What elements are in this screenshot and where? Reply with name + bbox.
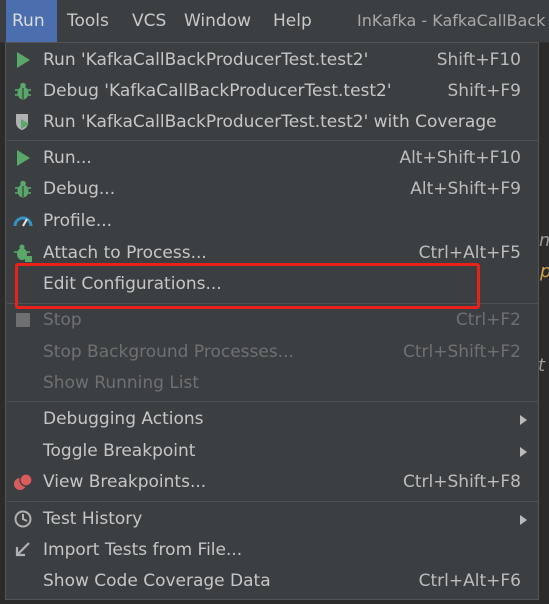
debug-icon [13, 179, 33, 199]
menu-separator [7, 140, 539, 141]
menu-item-test-history[interactable]: Test History [6, 504, 538, 535]
submenu-arrow-icon [520, 415, 527, 425]
editor-text-fragment: p [540, 261, 549, 282]
run-menu-popup: Run 'KafkaCallBackProducerTest.test2' Sh… [5, 42, 539, 600]
menu-item-label: Debugging Actions [43, 409, 204, 429]
menu-separator [7, 401, 539, 402]
history-icon [13, 509, 33, 529]
menu-tools[interactable]: Tools [61, 0, 115, 42]
menu-item-debug-test[interactable]: Debug 'KafkaCallBackProducerTest.test2' … [6, 76, 538, 107]
menu-item-label: Stop [43, 310, 82, 330]
menu-item-debugging-actions[interactable]: Debugging Actions [6, 404, 538, 435]
menu-item-show-code-coverage[interactable]: Show Code Coverage Data Ctrl+Alt+F6 [6, 566, 538, 597]
run-icon [13, 148, 33, 168]
menu-item-import-tests[interactable]: Import Tests from File... [6, 535, 538, 566]
menu-item-label: Run 'KafkaCallBackProducerTest.test2' [43, 50, 369, 70]
stop-icon [13, 310, 33, 330]
menu-item-label: Show Code Coverage Data [43, 571, 271, 591]
window-title: InKafka - KafkaCallBack [357, 11, 546, 30]
editor-text-fragment: t [538, 355, 546, 376]
menu-item-label: Profile... [43, 211, 113, 231]
menu-item-show-running-list[interactable]: Show Running List [6, 368, 538, 399]
menu-item-view-breakpoints[interactable]: View Breakpoints... Ctrl+Shift+F8 [6, 467, 538, 498]
menu-item-run-test[interactable]: Run 'KafkaCallBackProducerTest.test2' Sh… [6, 45, 538, 76]
menu-help[interactable]: Help [267, 0, 318, 42]
debug-icon [13, 81, 33, 101]
menu-item-run-with-coverage[interactable]: Run 'KafkaCallBackProducerTest.test2' wi… [6, 107, 538, 138]
editor-text-fragment: m [539, 230, 549, 251]
menu-item-toggle-breakpoint[interactable]: Toggle Breakpoint [6, 436, 538, 467]
attach-icon [13, 243, 33, 263]
menu-item-shortcut: Shift+F10 [436, 50, 521, 70]
profile-icon [13, 211, 33, 231]
menu-item-shortcut: Shift+F9 [447, 81, 521, 101]
menu-item-shortcut: Alt+Shift+F10 [399, 148, 521, 168]
menu-item-debug[interactable]: Debug... Alt+Shift+F9 [6, 174, 538, 205]
menu-item-label: Toggle Breakpoint [43, 441, 196, 461]
menu-item-shortcut: Ctrl+Alt+F6 [418, 571, 521, 591]
menu-item-run[interactable]: Run... Alt+Shift+F10 [6, 143, 538, 174]
menu-bar: Run Tools VCS Window Help InKafka - Kafk… [0, 0, 549, 43]
menu-item-label: Test History [43, 509, 143, 529]
menu-item-label: Debug... [43, 179, 116, 199]
menu-vcs[interactable]: VCS [126, 0, 172, 42]
submenu-arrow-icon [520, 515, 527, 525]
menu-run[interactable]: Run [6, 0, 57, 42]
run-icon [13, 50, 33, 70]
menu-item-label: View Breakpoints... [43, 472, 207, 492]
menu-item-profile[interactable]: Profile... [6, 206, 538, 237]
menu-item-stop[interactable]: Stop Ctrl+F2 [6, 305, 538, 336]
menu-window[interactable]: Window [178, 0, 257, 42]
menu-item-label: Run... [43, 148, 92, 168]
menu-separator [7, 501, 539, 502]
menu-item-shortcut: Ctrl+F2 [455, 310, 521, 330]
breakpoints-icon [13, 472, 33, 492]
submenu-arrow-icon [520, 447, 527, 457]
menu-item-label: Debug 'KafkaCallBackProducerTest.test2' [43, 81, 392, 101]
menu-item-label: Show Running List [43, 373, 200, 393]
import-icon [13, 540, 33, 560]
menu-item-shortcut: Ctrl+Shift+F8 [403, 472, 521, 492]
menu-item-label: Import Tests from File... [43, 540, 243, 560]
highlight-annotation [15, 263, 480, 309]
menu-item-shortcut: Ctrl+Shift+F2 [403, 342, 521, 362]
menu-item-stop-background-processes[interactable]: Stop Background Processes... Ctrl+Shift+… [6, 337, 538, 368]
menu-item-label: Run 'KafkaCallBackProducerTest.test2' wi… [43, 112, 497, 132]
coverage-icon [13, 112, 33, 132]
menu-item-label: Stop Background Processes... [43, 342, 294, 362]
menu-item-shortcut: Alt+Shift+F9 [410, 179, 521, 199]
